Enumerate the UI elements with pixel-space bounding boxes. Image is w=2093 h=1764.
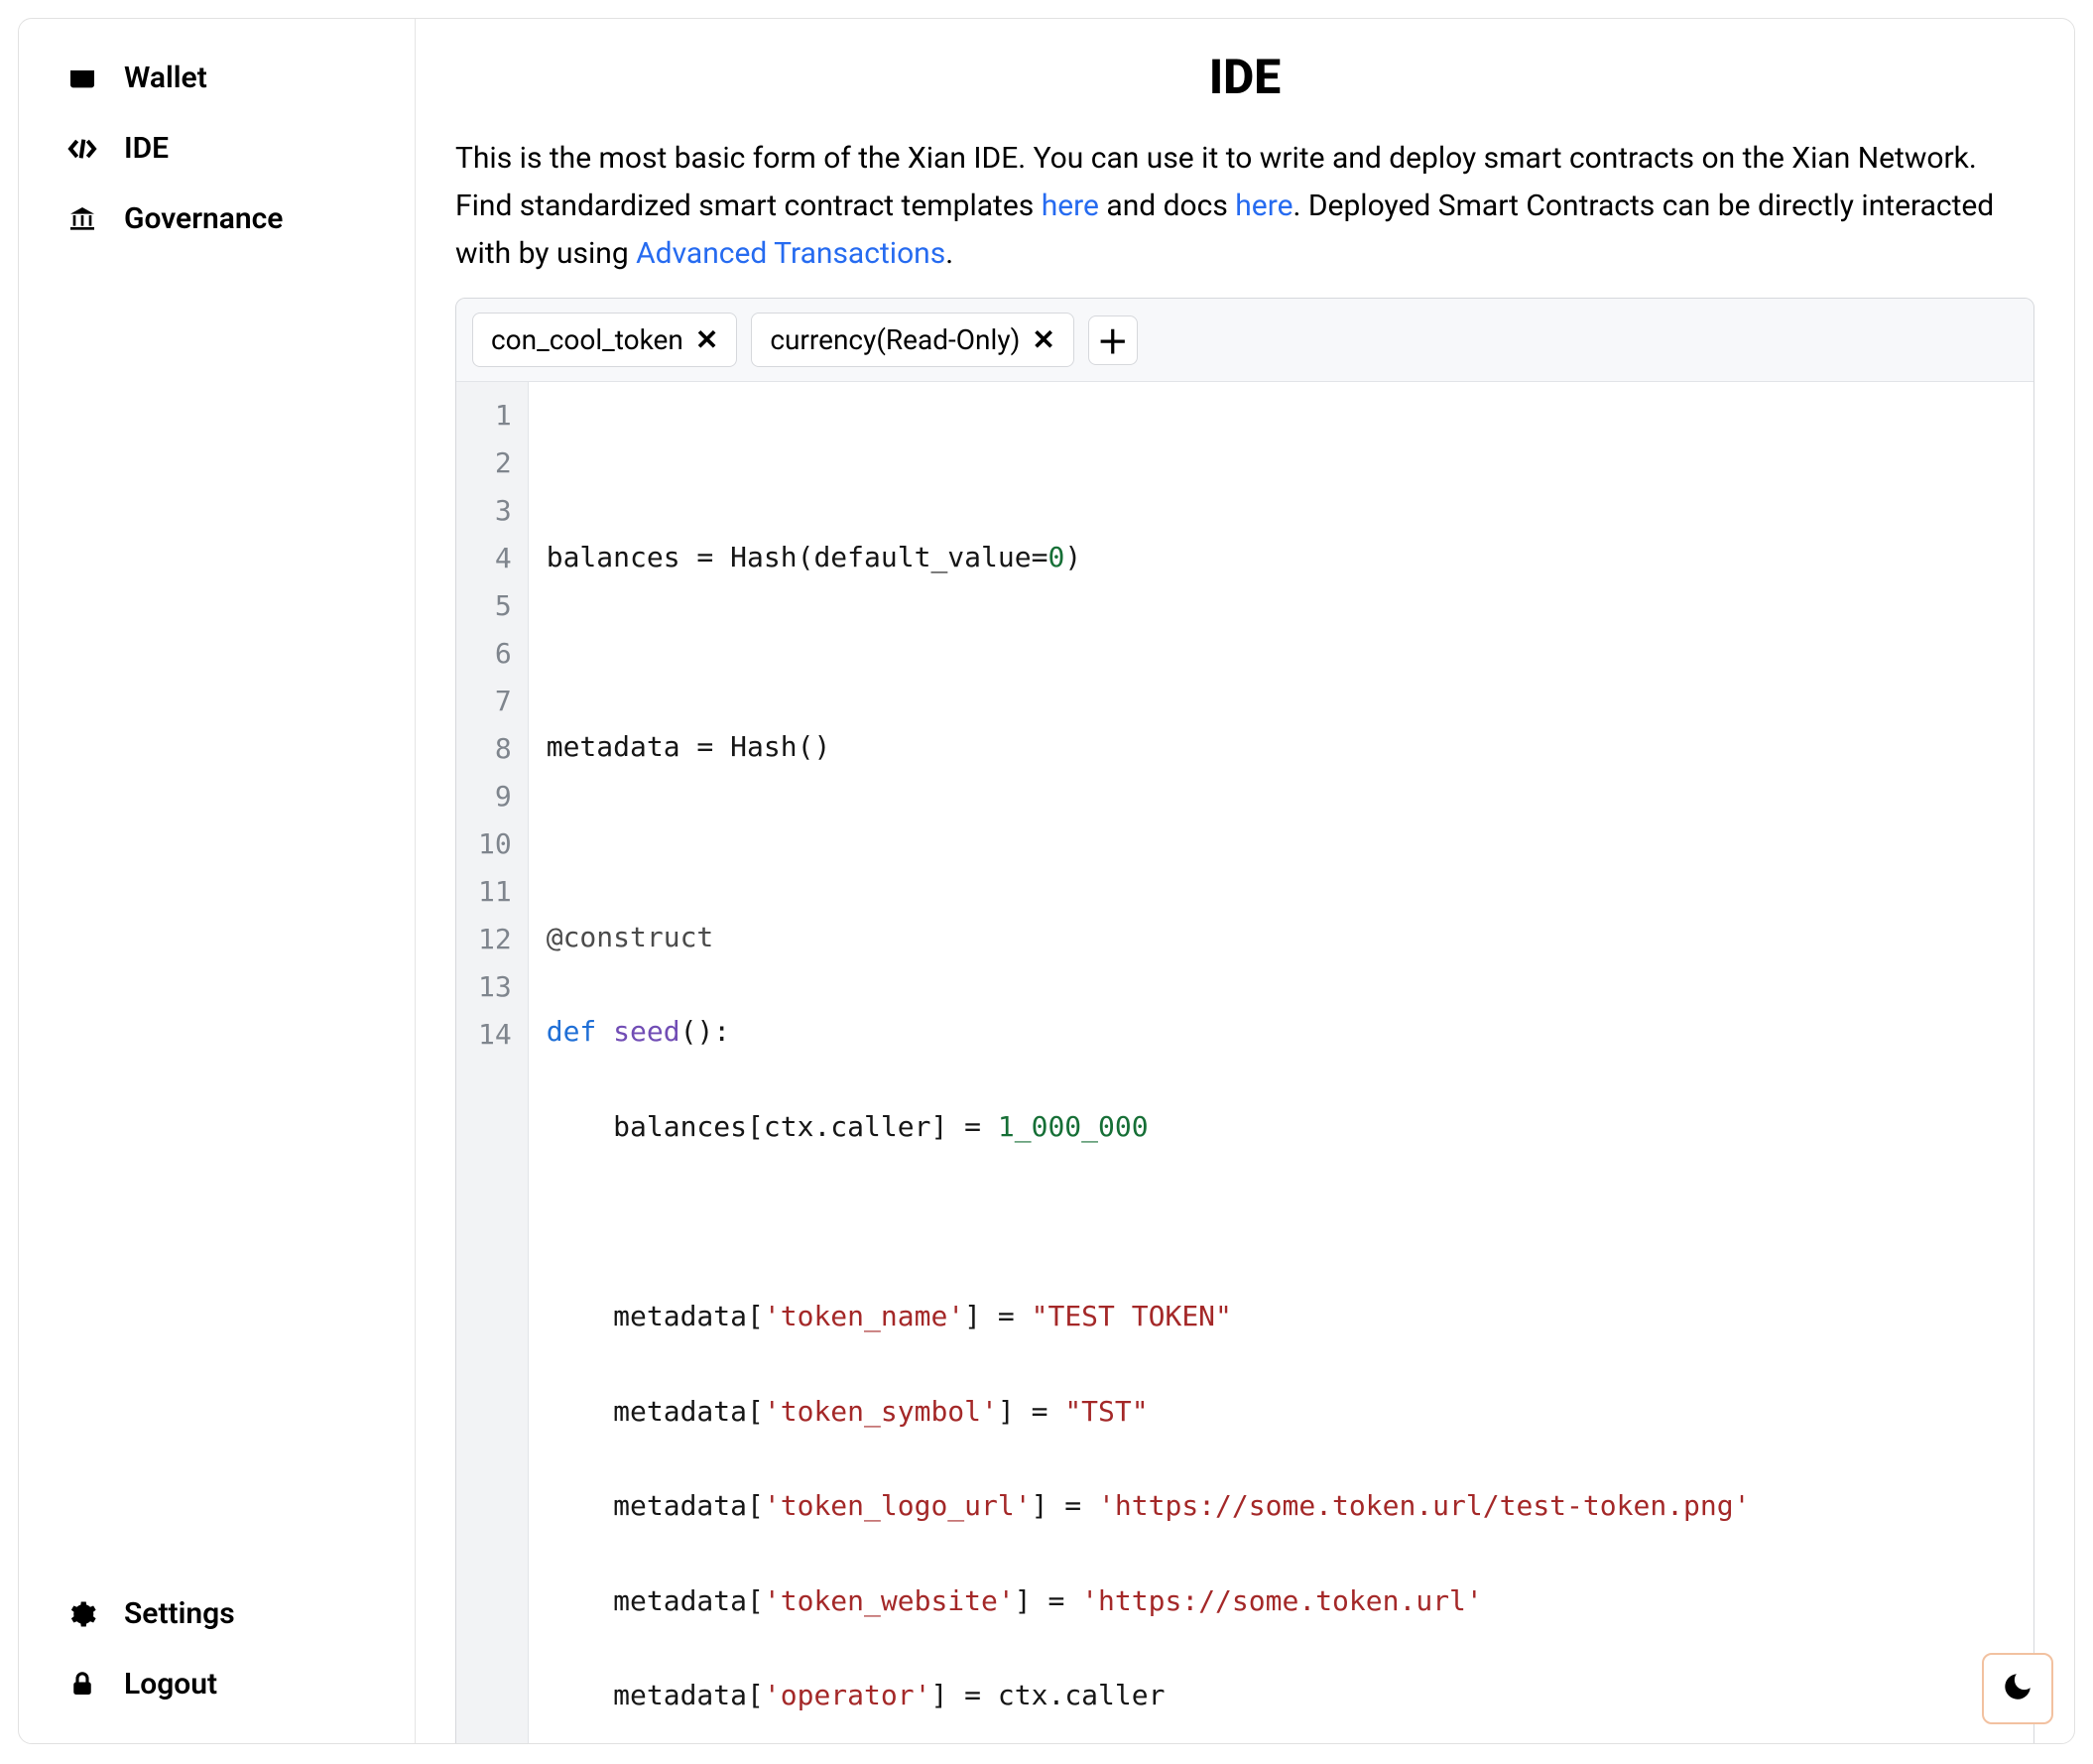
sidebar-item-logout[interactable]: Logout <box>19 1649 415 1719</box>
sidebar-item-ide[interactable]: IDE <box>19 113 415 184</box>
theme-toggle-button[interactable] <box>1982 1653 2053 1724</box>
tab-label: con_cool_token <box>491 323 683 356</box>
main-content: IDE This is the most basic form of the X… <box>416 19 2074 1743</box>
editor-tab[interactable]: con_cool_token ✕ <box>472 313 737 367</box>
intro-text: This is the most basic form of the Xian … <box>455 135 2034 278</box>
moon-icon <box>2001 1670 2034 1707</box>
link-templates[interactable]: here <box>1042 189 1099 223</box>
editor-tab[interactable]: currency(Read-Only) ✕ <box>751 313 1073 367</box>
lock-icon <box>64 1670 100 1700</box>
sidebar-item-label: Settings <box>124 1596 235 1631</box>
plus-icon: ＋ <box>1097 317 1129 363</box>
wallet-icon <box>64 63 100 94</box>
code-editor: con_cool_token ✕ currency(Read-Only) ✕ ＋… <box>455 298 2034 1743</box>
sidebar: Wallet IDE Governance Settings <box>19 19 416 1743</box>
close-icon[interactable]: ✕ <box>1032 323 1054 356</box>
code-area[interactable]: 1 2 3 4 5 6 7 8 9 10 11 12 13 14 balance… <box>456 381 2033 1743</box>
tab-label: currency(Read-Only) <box>770 323 1020 356</box>
sidebar-item-wallet[interactable]: Wallet <box>19 43 415 113</box>
line-gutter: 1 2 3 4 5 6 7 8 9 10 11 12 13 14 <box>456 382 529 1743</box>
add-tab-button[interactable]: ＋ <box>1088 315 1138 365</box>
sidebar-item-label: Governance <box>124 201 283 236</box>
page-title: IDE <box>455 49 2034 105</box>
code-icon <box>64 133 100 165</box>
close-icon[interactable]: ✕ <box>695 323 718 356</box>
link-docs[interactable]: here <box>1235 189 1293 223</box>
sidebar-item-label: Logout <box>124 1667 217 1701</box>
sidebar-item-label: IDE <box>124 131 169 166</box>
sidebar-item-governance[interactable]: Governance <box>19 184 415 254</box>
governance-icon <box>64 203 100 235</box>
link-advanced-tx[interactable]: Advanced Transactions <box>636 236 945 271</box>
tab-bar: con_cool_token ✕ currency(Read-Only) ✕ ＋ <box>456 299 2033 381</box>
sidebar-item-settings[interactable]: Settings <box>19 1578 415 1649</box>
gear-icon <box>64 1599 100 1629</box>
sidebar-item-label: Wallet <box>124 61 207 95</box>
code-content[interactable]: balances = Hash(default_value=0) metadat… <box>529 382 1769 1743</box>
app-frame: Wallet IDE Governance Settings <box>18 18 2075 1744</box>
